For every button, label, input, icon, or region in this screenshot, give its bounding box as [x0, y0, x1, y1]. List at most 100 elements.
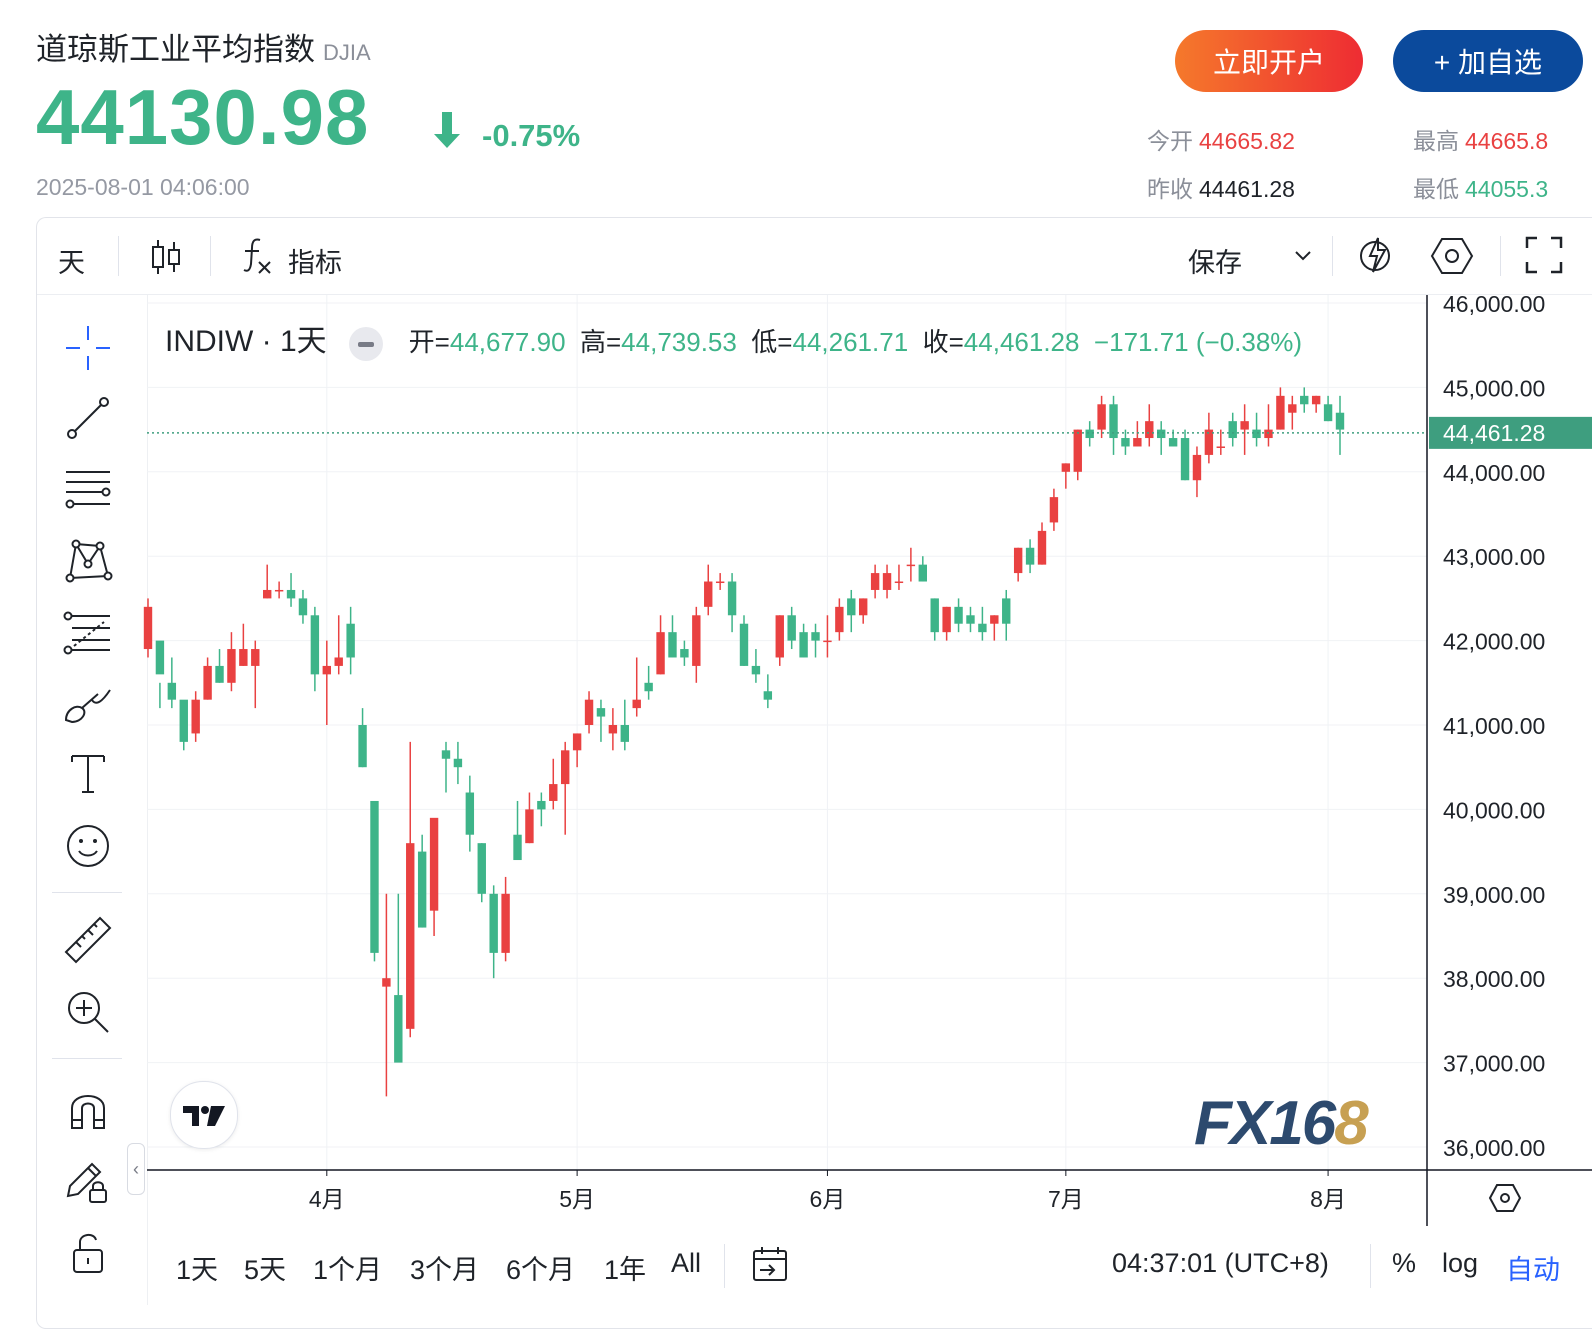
candle-body — [1133, 438, 1142, 447]
candle-body — [310, 615, 320, 675]
candle-body — [894, 581, 904, 584]
chart-legend: INDIW · 1天 开=44,677.90 高=44,739.53 低=44,2… — [165, 316, 1302, 362]
candle — [775, 615, 784, 666]
candle — [847, 589, 856, 633]
calendar-goto-icon[interactable] — [750, 1244, 790, 1284]
candle — [322, 640, 331, 725]
candle — [954, 598, 963, 633]
candle — [1311, 395, 1321, 413]
candle-body — [1300, 395, 1309, 405]
candle — [656, 615, 665, 675]
candle — [501, 876, 510, 962]
candle-body — [608, 725, 618, 734]
candle — [191, 691, 200, 742]
candle-body — [441, 750, 451, 759]
candle — [978, 606, 987, 641]
candle-body — [1121, 438, 1130, 447]
tradingview-logo-icon — [183, 1106, 225, 1126]
candle-body — [215, 665, 224, 683]
hide-legend-button[interactable] — [348, 327, 383, 362]
candle-body — [1025, 547, 1035, 565]
candle — [942, 606, 951, 641]
range-1y[interactable]: 1年 — [604, 1248, 646, 1287]
percent-scale-toggle[interactable]: % — [1392, 1248, 1416, 1279]
candle — [584, 691, 594, 734]
chart-clock: 04:37:01 (UTC+8) — [1112, 1248, 1329, 1278]
candle — [930, 598, 939, 641]
candle — [608, 708, 618, 751]
candle-body — [1097, 404, 1106, 430]
candle — [465, 775, 475, 852]
candle — [298, 589, 308, 624]
candle-body — [1073, 429, 1082, 472]
candle-body — [751, 665, 761, 675]
candle — [1145, 404, 1154, 447]
range-1m[interactable]: 1个月 — [313, 1248, 382, 1287]
axis-settings-icon[interactable] — [1488, 1183, 1522, 1213]
candle-body — [453, 758, 463, 768]
candle — [990, 615, 999, 641]
candle — [918, 556, 927, 582]
candle — [1204, 412, 1214, 464]
last-price-label: 44,461.28 — [1443, 420, 1545, 446]
candle-body — [382, 978, 391, 987]
range-3m[interactable]: 3个月 — [410, 1248, 479, 1287]
log-scale-toggle[interactable]: log — [1442, 1248, 1478, 1279]
candle-body — [644, 682, 653, 692]
x-axis: 4月 5月 6月 7月 8月 — [309, 1170, 1346, 1212]
candle — [1252, 412, 1261, 447]
candle-body — [656, 632, 665, 675]
candle-body — [513, 834, 522, 861]
range-1d[interactable]: 1天 — [176, 1248, 218, 1287]
candle — [692, 606, 701, 683]
candle-body — [298, 598, 308, 616]
candle — [1085, 421, 1094, 447]
range-6m[interactable]: 6个月 — [506, 1248, 575, 1287]
candle — [1300, 387, 1309, 413]
candle-body — [1323, 404, 1333, 422]
candle-body — [477, 843, 486, 894]
candle-body — [584, 699, 594, 725]
candle-body — [680, 649, 689, 658]
candle — [525, 792, 534, 844]
candle-body — [1145, 421, 1154, 439]
candle — [787, 606, 796, 650]
candle-body — [346, 623, 355, 658]
candle — [859, 598, 868, 624]
candle — [668, 615, 677, 658]
candle — [572, 733, 582, 768]
candle — [417, 834, 427, 928]
candle-body — [155, 640, 165, 675]
candle-body — [763, 691, 773, 700]
candle-body — [191, 699, 200, 734]
candle — [179, 699, 188, 751]
candle-body — [1049, 497, 1059, 523]
candle-body — [489, 893, 498, 953]
y-tick-label: 37,000.00 — [1443, 1051, 1545, 1077]
candle-body — [1311, 395, 1321, 405]
candle — [727, 573, 737, 633]
y-tick-label: 41,000.00 — [1443, 713, 1545, 739]
candle — [203, 657, 212, 700]
candle-body — [274, 589, 284, 592]
range-all[interactable]: All — [671, 1248, 701, 1279]
candle-body — [537, 800, 546, 810]
fx168-watermark: FX168 — [1194, 1089, 1369, 1158]
candle — [1228, 412, 1237, 447]
candle-body — [859, 598, 868, 616]
candle — [263, 564, 272, 599]
candle — [1133, 421, 1142, 447]
tradingview-logo[interactable] — [170, 1081, 238, 1149]
candle-body — [1168, 438, 1178, 447]
auto-scale-toggle[interactable]: 自动 — [1506, 1248, 1560, 1287]
candle — [155, 640, 165, 709]
candle-body — [668, 632, 677, 658]
candle-body — [227, 649, 236, 683]
candle — [632, 657, 641, 717]
candle — [763, 674, 773, 709]
candle — [680, 640, 689, 666]
range-5d[interactable]: 5天 — [244, 1248, 286, 1287]
y-tick-label: 43,000.00 — [1443, 544, 1545, 570]
y-tick-label: 39,000.00 — [1443, 882, 1545, 908]
candle-body — [906, 564, 916, 567]
